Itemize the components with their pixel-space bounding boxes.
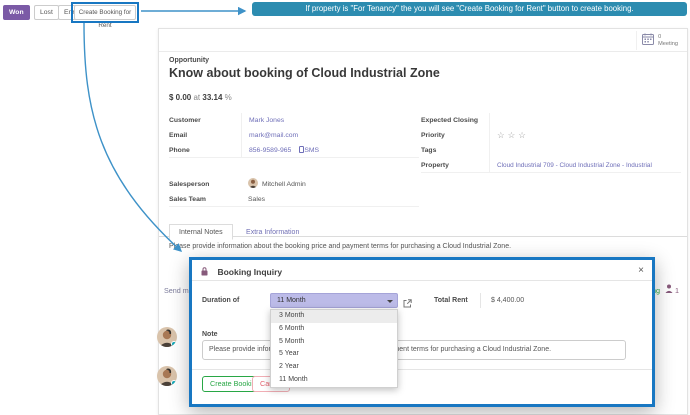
close-icon[interactable]: × [638,260,644,281]
modal-header: Booking Inquiry × [192,260,652,281]
external-link-icon[interactable] [403,295,412,313]
duration-option[interactable]: 6 Month [271,323,397,336]
message-avatar [157,327,177,347]
email-value[interactable]: mark@mail.com [241,128,419,143]
duration-option[interactable]: 11 Month [271,374,397,387]
priority-stars[interactable]: ☆☆☆ [489,128,681,143]
tags-label: Tags [421,143,489,158]
star-icon[interactable]: ☆ [508,130,519,140]
create-booking-for-rent-button[interactable]: Create Booking for Rent [74,5,136,20]
priority-row: Priority ☆☆☆ [421,128,681,143]
customer-row: Customer Mark Jones [169,113,419,128]
annotation-callout: If property is "For Tenancy" the you wil… [252,2,687,16]
note-input[interactable]: Please provide information about the boo… [202,340,626,360]
salesperson-value[interactable]: Mitchell Admin [241,177,419,192]
total-rent-value: $ 4,400.00 [480,293,524,308]
online-status-dot [171,380,177,386]
sales-field-group: Salesperson Mitchell Admin Sales Team Sa… [169,177,419,207]
modal-title: Booking Inquiry [217,267,282,277]
page-title: Know about booking of Cloud Industrial Z… [169,66,440,80]
phone-value[interactable]: 856-9589-965SMS [241,143,419,157]
sales-team-row: Sales Team Sales [169,192,419,207]
lock-icon [201,262,208,279]
internal-notes-text: Please provide information about the boo… [169,243,677,250]
user-icon [665,283,673,299]
expected-closing-row: Expected Closing [421,113,681,128]
expected-closing-value[interactable] [489,113,681,128]
probability-value[interactable]: 33.14 [202,93,222,102]
modal-footer-divider [192,369,652,370]
won-button[interactable]: Won [3,5,30,20]
email-label: Email [169,128,241,143]
star-icon[interactable]: ☆ [497,130,508,140]
duration-label: Duration of [202,297,239,304]
phone-label: Phone [169,143,241,157]
tab-extra-information[interactable]: Extra Information [237,225,308,241]
tab-internal-notes[interactable]: Internal Notes [169,224,233,240]
calendar-icon [642,32,654,50]
record-type-label: Opportunity [169,57,209,64]
message-avatar [157,366,177,386]
duration-option[interactable]: 5 Month [271,336,397,349]
tags-value[interactable] [489,143,681,158]
follower-count: 1 [675,283,679,299]
sales-team-label: Sales Team [169,192,241,206]
caret-down-icon [387,300,393,303]
followers-button[interactable]: 1 [665,283,679,299]
duration-dropdown: 3 Month 6 Month 5 Month 5 Year 2 Year 11… [270,309,398,388]
meeting-count-label: 0Meeting [658,34,678,47]
sales-team-value[interactable]: Sales [241,192,419,206]
duration-selected-value: 11 Month [277,297,306,304]
duration-option[interactable]: 2 Year [271,361,397,374]
expected-revenue: $ 0.00 at 33.14 % [169,93,232,102]
email-row: Email mark@mail.com [169,128,419,143]
duration-option[interactable]: 3 Month [271,310,397,323]
online-status-dot [171,341,177,347]
right-field-group: Expected Closing Priority ☆☆☆ Tags Prope… [421,113,681,173]
priority-label: Priority [421,128,489,143]
total-rent-label: Total Rent [434,297,468,304]
customer-value[interactable]: Mark Jones [241,113,419,128]
duration-option[interactable]: 5 Year [271,348,397,361]
contact-field-group: Customer Mark Jones Email mark@mail.com … [169,113,419,158]
star-icon[interactable]: ☆ [518,130,529,140]
duration-select[interactable]: 11 Month [270,293,398,308]
salesperson-avatar [248,178,258,188]
note-label: Note [202,331,218,338]
smart-button-bar: 0Meeting [159,29,687,52]
property-row: Property Cloud Industrial 709 - Cloud In… [421,158,681,173]
phone-row: Phone 856-9589-965SMS [169,143,419,158]
property-link[interactable]: Cloud Industrial 709 - Cloud Industrial … [489,158,681,172]
salesperson-label: Salesperson [169,177,241,192]
property-label: Property [421,158,489,172]
revenue-amount[interactable]: $ 0.00 [169,93,191,102]
salesperson-row: Salesperson Mitchell Admin [169,177,419,192]
tags-row: Tags [421,143,681,158]
notebook-tabs: Internal Notes Extra Information [159,221,687,237]
customer-label: Customer [169,113,241,128]
sms-link[interactable]: SMS [299,147,319,154]
expected-closing-label: Expected Closing [421,113,489,128]
lost-button[interactable]: Lost [34,5,59,20]
meeting-smart-button[interactable]: 0Meeting [636,31,683,50]
booking-inquiry-modal: Booking Inquiry × Duration of 11 Month T… [189,257,655,407]
